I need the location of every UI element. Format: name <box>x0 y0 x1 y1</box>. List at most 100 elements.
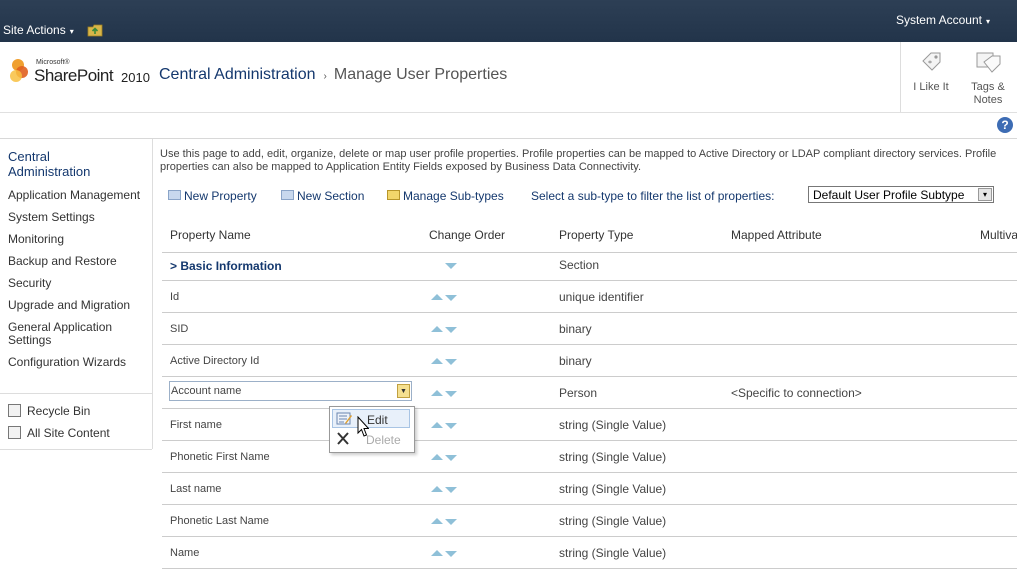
property-name-cell[interactable]: Last name <box>170 483 221 495</box>
change-order-arrows <box>431 357 459 367</box>
quick-launch-divider <box>0 393 152 394</box>
all-site-content-link[interactable]: All Site Content <box>8 426 110 440</box>
navigate-up-icon[interactable] <box>87 24 103 37</box>
change-order-arrows <box>431 261 459 271</box>
table-row-divider <box>162 376 1017 377</box>
move-down-icon[interactable] <box>445 263 457 269</box>
property-type-cell: string (Single Value) <box>559 450 667 464</box>
move-up-icon[interactable] <box>431 422 443 428</box>
move-up-icon[interactable] <box>431 326 443 332</box>
quick-launch-security[interactable]: Security <box>8 277 150 290</box>
column-header-mapped-attribute: Mapped Attribute <box>731 228 822 242</box>
move-down-icon[interactable] <box>445 519 457 525</box>
site-actions-menu[interactable]: Site Actions ▾ <box>3 23 74 37</box>
site-content-icon <box>8 426 21 439</box>
property-name-cell[interactable]: SID <box>170 323 188 335</box>
quick-launch: Central Administration Application Manage… <box>0 139 153 450</box>
manage-subtypes-icon <box>387 190 400 200</box>
move-up-icon[interactable] <box>431 486 443 492</box>
user-name: System Account <box>895 13 982 27</box>
table-header-divider <box>162 252 1017 253</box>
quick-launch-application-management[interactable]: Application Management <box>8 189 150 202</box>
property-type-cell: string (Single Value) <box>559 418 667 432</box>
change-order-arrows <box>431 325 459 335</box>
move-up-icon[interactable] <box>431 294 443 300</box>
move-down-icon[interactable] <box>445 359 457 365</box>
move-down-icon[interactable] <box>445 551 457 557</box>
table-row-divider <box>162 280 1017 281</box>
mouse-cursor-icon <box>357 416 369 437</box>
manage-subtypes-button[interactable]: Manage Sub-types <box>387 189 504 203</box>
quick-launch-system-settings[interactable]: System Settings <box>8 211 150 224</box>
change-order-arrows <box>431 293 459 303</box>
all-site-content-label: All Site Content <box>27 426 110 440</box>
quick-launch-heading[interactable]: Central Administration <box>8 149 128 179</box>
logo-microsoft-text: Microsoft® <box>36 59 70 66</box>
change-order-arrows <box>431 517 459 527</box>
quick-launch-backup-restore[interactable]: Backup and Restore <box>8 255 150 268</box>
user-menu[interactable]: System Account ▾ <box>896 13 990 27</box>
column-header-multivalue: Multiva <box>980 228 1017 242</box>
chevron-down-icon: ▾ <box>69 27 74 36</box>
move-down-icon[interactable] <box>445 391 457 397</box>
quick-launch-configuration-wizards[interactable]: Configuration Wizards <box>8 356 150 369</box>
i-like-it-label: I Like It <box>913 81 949 93</box>
column-header-change-order: Change Order <box>429 228 506 242</box>
move-down-icon[interactable] <box>445 423 457 429</box>
help-icon[interactable]: ? <box>997 117 1013 133</box>
table-row-divider <box>162 440 1017 441</box>
column-header-property-name: Property Name <box>170 228 251 242</box>
move-up-icon[interactable] <box>431 454 443 460</box>
recycle-bin-link[interactable]: Recycle Bin <box>8 404 90 418</box>
chevron-down-icon: ▾ <box>985 17 990 26</box>
i-like-it-button[interactable]: I Like It <box>900 42 961 112</box>
chevron-down-icon[interactable]: ▼ <box>397 384 410 398</box>
change-order-arrows <box>431 421 459 431</box>
property-name-cell[interactable]: Name <box>170 547 199 559</box>
ribbon-bar: Site Actions ▾ System Account ▾ <box>0 0 1017 42</box>
delete-icon <box>337 432 349 445</box>
property-type-cell: Section <box>559 258 600 272</box>
property-type-cell: unique identifier <box>559 290 644 304</box>
properties-toolbar: New Property New Section Manage Sub-type… <box>160 186 1017 206</box>
title-area: Microsoft® SharePoint 2010 Central Admin… <box>0 42 1017 113</box>
property-type-cell: binary <box>559 354 592 368</box>
sharepoint-logo: Microsoft® SharePoint 2010 <box>8 56 153 92</box>
property-name-cell[interactable]: Id <box>170 291 179 303</box>
quick-launch-monitoring[interactable]: Monitoring <box>8 233 150 246</box>
quick-launch-upgrade-migration[interactable]: Upgrade and Migration <box>8 299 150 312</box>
property-name-cell[interactable]: Active Directory Id <box>170 355 259 367</box>
move-down-icon[interactable] <box>445 295 457 301</box>
chevron-down-icon[interactable]: ▾ <box>978 188 992 201</box>
property-name-cell[interactable]: > Basic Information <box>170 259 282 273</box>
breadcrumb-central-admin[interactable]: Central Administration <box>159 66 316 83</box>
tags-notes-button[interactable]: Tags & Notes <box>958 42 1017 112</box>
move-down-icon[interactable] <box>445 327 457 333</box>
move-down-icon[interactable] <box>445 455 457 461</box>
edit-menu-item[interactable]: Edit <box>332 409 410 428</box>
new-property-icon <box>168 190 181 200</box>
property-type-cell: string (Single Value) <box>559 546 667 560</box>
move-up-icon[interactable] <box>431 518 443 524</box>
move-up-icon[interactable] <box>431 358 443 364</box>
recycle-bin-icon <box>8 404 21 417</box>
property-name-dropdown[interactable]: Account name ▼ <box>169 381 412 401</box>
subtype-filter-label: Select a sub-type to filter the list of … <box>531 189 775 203</box>
quick-launch-general-app-settings[interactable]: General Application Settings <box>8 321 150 347</box>
property-name-cell[interactable]: First name <box>170 419 222 431</box>
quick-launch-bottom-border <box>0 449 152 450</box>
property-context-menu: Edit Delete <box>329 406 415 453</box>
recycle-bin-label: Recycle Bin <box>27 404 91 418</box>
table-row-divider <box>162 344 1017 345</box>
change-order-arrows <box>431 389 459 399</box>
new-property-button[interactable]: New Property <box>168 189 257 203</box>
breadcrumb: Central Administration › Manage User Prope… <box>159 66 507 84</box>
subtype-filter-value: Default User Profile Subtype <box>813 188 965 202</box>
new-section-button[interactable]: New Section <box>281 189 364 203</box>
property-name-cell[interactable]: Phonetic Last Name <box>170 515 269 527</box>
move-up-icon[interactable] <box>431 390 443 396</box>
move-up-icon[interactable] <box>431 550 443 556</box>
property-name-cell[interactable]: Phonetic First Name <box>170 451 270 463</box>
move-down-icon[interactable] <box>445 487 457 493</box>
subtype-filter-select[interactable]: Default User Profile Subtype ▾ <box>808 186 994 203</box>
